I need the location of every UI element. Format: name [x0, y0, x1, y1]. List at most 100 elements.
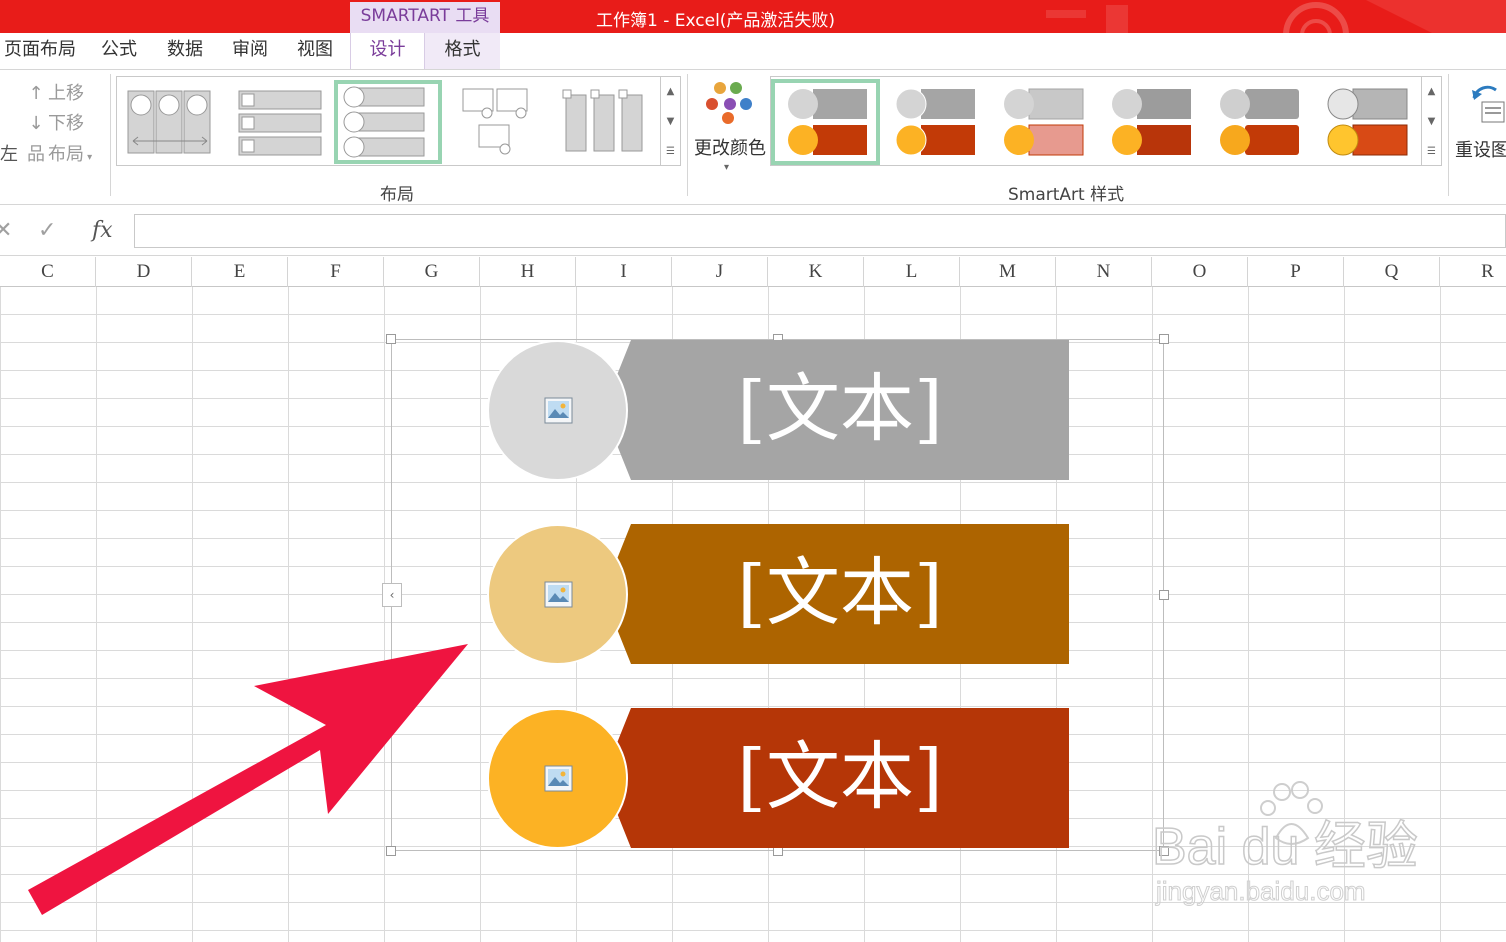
palette-icon [706, 82, 752, 124]
gallery-more-icon[interactable]: ☰ [661, 137, 680, 167]
column-header-r[interactable]: R [1440, 257, 1506, 287]
ribbon-tabs: 页面布局 公式 数据 审阅 视图 设计 格式 [0, 33, 1506, 69]
excel-window: { "titlebar": { "context_tab_label": "SM… [0, 0, 1506, 942]
resize-handle-ne[interactable] [1159, 334, 1169, 344]
text-pane-toggle[interactable]: ‹ [382, 583, 402, 607]
tab-design[interactable]: 设计 [350, 33, 425, 69]
resize-handle-nw[interactable] [386, 334, 396, 344]
style-thumb-2[interactable] [893, 83, 983, 161]
layout-thumb-5[interactable] [562, 85, 647, 157]
annotation-arrow-icon [28, 644, 468, 915]
tab-view[interactable]: 视图 [290, 33, 340, 69]
column-header-d[interactable]: D [96, 257, 192, 287]
window-title: 工作簿1 - Excel(产品激活失败) [596, 11, 836, 31]
reset-graphic-button[interactable]: 重设图 [1452, 78, 1506, 178]
tab-review[interactable]: 审阅 [225, 33, 275, 69]
smartart-picture-placeholder[interactable] [487, 524, 628, 665]
smartart-text[interactable]: [文本] [617, 538, 1063, 648]
smartart-picture-placeholder[interactable] [487, 340, 628, 481]
resize-handle-e[interactable] [1159, 590, 1169, 600]
move-up-label: 上移 [48, 83, 84, 104]
column-header-c[interactable]: C [0, 257, 96, 287]
layout-button[interactable]: 品布局 ▾ [26, 140, 92, 166]
smartart-tools-context-label: SMARTART 工具 [350, 2, 500, 33]
reset-icon [1472, 85, 1505, 123]
change-colors-button[interactable]: 更改颜色 ▾ [692, 78, 768, 178]
column-header-j[interactable]: J [672, 257, 768, 287]
smartart-item[interactable]: [文本] [487, 340, 1069, 481]
column-header-p[interactable]: P [1248, 257, 1344, 287]
styles-gallery-scroll: ▲ ▼ ☰ [1421, 77, 1441, 165]
cancel-icon[interactable]: ✕ [0, 218, 12, 243]
column-header-f[interactable]: F [288, 257, 384, 287]
title-bar: SMARTART 工具 工作簿1 - Excel(产品激活失败) [0, 0, 1506, 70]
dropdown-arrow-icon: ▾ [84, 152, 93, 163]
column-header-l[interactable]: L [864, 257, 960, 287]
formula-input[interactable] [134, 214, 1506, 248]
ribbon: ↑ 上移 ↓ 下移 左 品布局 ▾ ▲ ▼ ☰ 布局 更改颜色 ▾ ▲ ▼ ☰ … [0, 69, 1506, 205]
layouts-gallery: ▲ ▼ ☰ [116, 76, 681, 166]
style-thumb-5[interactable] [1217, 83, 1307, 161]
gallery-down-icon[interactable]: ▼ [661, 107, 680, 137]
gallery-up-icon[interactable]: ▲ [661, 77, 680, 107]
group-separator [687, 74, 688, 196]
style-thumb-3[interactable] [1001, 83, 1091, 161]
layout-thumb-1[interactable] [125, 85, 215, 157]
column-header-i[interactable]: I [576, 257, 672, 287]
layout-button-label: 布局 [48, 144, 84, 165]
move-up-button[interactable]: ↑ 上移 [26, 79, 84, 105]
column-header-g[interactable]: G [384, 257, 480, 287]
smartart-item[interactable]: [文本] [487, 708, 1069, 849]
layout-thumb-2[interactable] [235, 87, 325, 157]
enter-icon[interactable]: ✓ [38, 218, 56, 243]
tab-formulas[interactable]: 公式 [94, 33, 144, 69]
layout-thumb-3-selected[interactable] [334, 80, 442, 164]
watermark-url: jingyan.baidu.com [1155, 876, 1366, 906]
smartart-picture-placeholder[interactable] [487, 708, 628, 849]
dropdown-arrow-icon: ▾ [724, 162, 730, 173]
tab-data[interactable]: 数据 [160, 33, 210, 69]
column-header-e[interactable]: E [192, 257, 288, 287]
gallery-down-icon[interactable]: ▼ [1422, 107, 1441, 137]
gallery-more-icon[interactable]: ☰ [1422, 137, 1441, 167]
baidu-jingyan-watermark: Bai du 经验 jingyan.baidu.com [1151, 781, 1419, 907]
style-thumb-1-selected[interactable] [771, 79, 880, 165]
move-down-label: 下移 [48, 113, 84, 134]
picture-list-layout-icon [343, 86, 425, 158]
insert-function-button[interactable]: fx [92, 218, 113, 243]
style-thumb-4[interactable] [1109, 83, 1199, 161]
annotation-arrow-shape [28, 644, 468, 915]
move-down-button[interactable]: ↓ 下移 [26, 109, 84, 135]
watermark-brand: Bai du 经验 [1152, 818, 1418, 876]
insert-picture-icon[interactable] [544, 765, 573, 792]
arrow-down-icon: ↓ [28, 113, 44, 134]
arrow-up-icon: ↑ [28, 83, 44, 104]
column-header-h[interactable]: H [480, 257, 576, 287]
reset-graphic-label: 重设图 [1455, 140, 1506, 161]
column-headers: C D E F G H I J K L M N O P Q R [0, 257, 1506, 287]
style-thumb-6[interactable] [1325, 83, 1415, 161]
group-separator [110, 74, 111, 196]
smartart-item[interactable]: [文本] [487, 524, 1069, 665]
tab-page-layout[interactable]: 页面布局 [0, 33, 80, 69]
org-chart-icon: 品 [27, 144, 45, 165]
group-separator [1448, 74, 1449, 196]
tab-format[interactable]: 格式 [425, 33, 500, 69]
column-header-k[interactable]: K [768, 257, 864, 287]
layouts-gallery-scroll: ▲ ▼ ☰ [660, 77, 680, 165]
smartart-text[interactable]: [文本] [617, 354, 1063, 464]
smartart-text[interactable]: [文本] [617, 722, 1063, 832]
column-header-q[interactable]: Q [1344, 257, 1440, 287]
right-to-left-button-partial[interactable]: 左 [0, 140, 18, 166]
column-header-o[interactable]: O [1152, 257, 1248, 287]
column-header-n[interactable]: N [1056, 257, 1152, 287]
gallery-up-icon[interactable]: ▲ [1422, 77, 1441, 107]
layouts-group-label: 布局 [380, 185, 414, 205]
smartart-styles-group-label: SmartArt 样式 [1008, 185, 1125, 205]
insert-picture-icon[interactable] [544, 397, 573, 424]
layout-thumb-4[interactable] [459, 85, 531, 157]
column-header-m[interactable]: M [960, 257, 1056, 287]
flat-style-icon [788, 89, 867, 155]
insert-picture-icon[interactable] [544, 581, 573, 608]
smartart-styles-gallery: ▲ ▼ ☰ [770, 76, 1442, 166]
